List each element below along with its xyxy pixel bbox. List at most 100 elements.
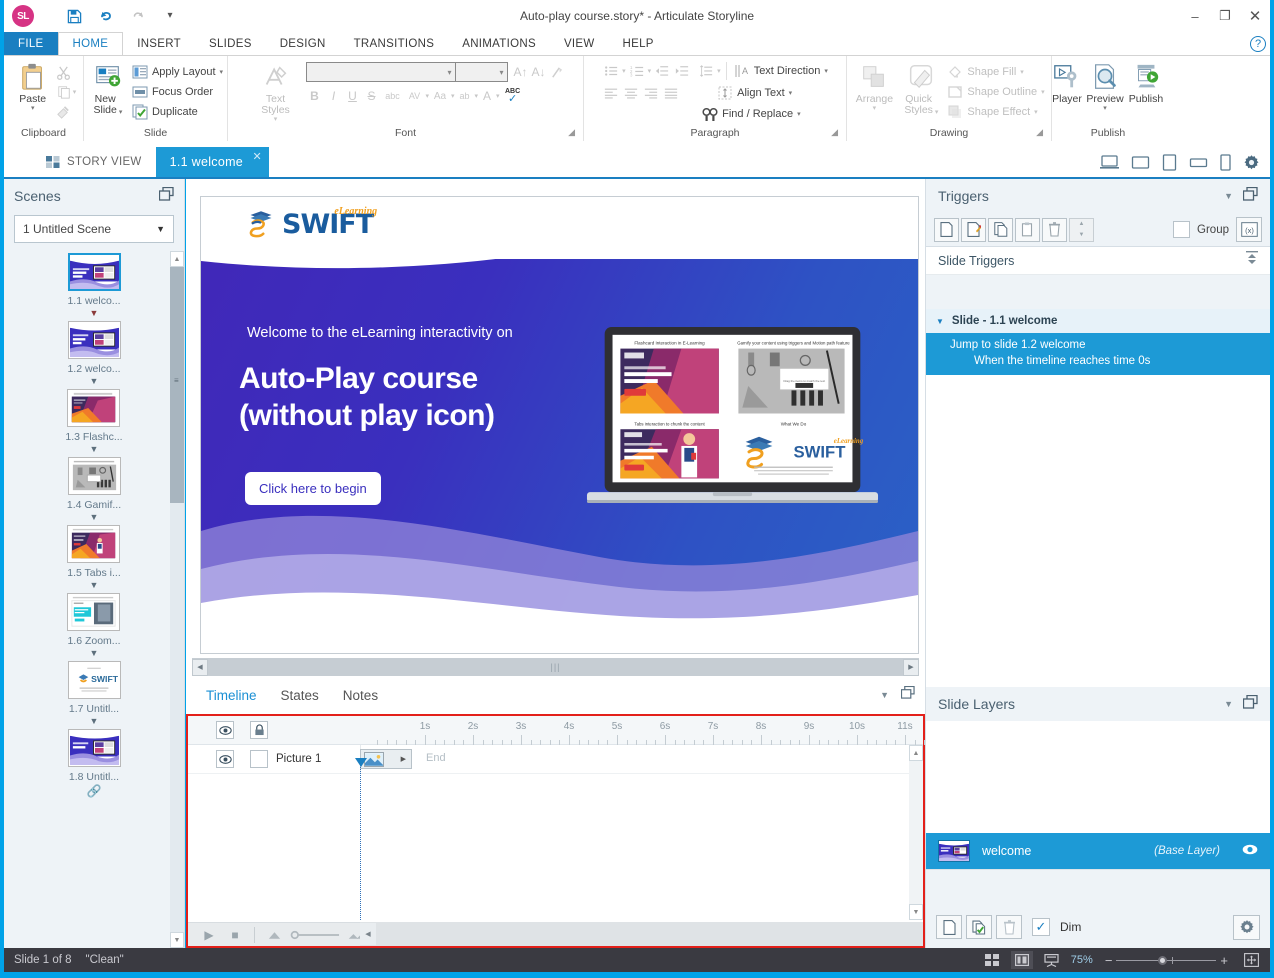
help-icon[interactable]: ? [1250,35,1266,52]
focus-order-button[interactable]: Focus Order [130,82,225,102]
font-size-select[interactable]: ▾ [455,62,508,82]
line-spacing-icon[interactable] [697,62,715,80]
zoom-slider[interactable]: − + [1101,953,1232,968]
edit-trigger-button[interactable] [961,217,986,242]
stop-button[interactable]: ■ [222,923,248,947]
small-caps-button[interactable]: abc [382,87,404,105]
slide-thumbnail-1-2[interactable] [67,321,121,359]
list-item[interactable]: SWIFT 1.7 Untitl... ▼ [67,661,121,728]
scroll-up-button[interactable]: ▲ [170,251,184,267]
slide-thumbnail-1-8[interactable] [67,729,121,767]
chevron-down-icon[interactable]: ▼ [880,690,889,700]
app-logo-icon[interactable]: SL [12,5,34,27]
timeline-ruler[interactable]: 1s 2s 3s 4s 5s 6s 7s 8s 9s 10s 11s [360,716,945,745]
shape-outline-caret-icon[interactable]: ▾ [1041,89,1045,96]
chevron-down-icon[interactable]: ▼ [1224,191,1233,201]
arrange-caret-icon[interactable]: ▾ [873,105,877,112]
decrease-font-size-icon[interactable]: A↓ [530,63,548,81]
click-here-to-begin-button[interactable]: Click here to begin [245,472,381,505]
settings-gear-icon[interactable] [1243,154,1260,171]
paste-trigger-button[interactable] [1015,217,1040,242]
normal-view-icon[interactable] [981,951,1003,969]
font-color-button[interactable]: A [479,87,495,105]
redo-icon[interactable] [128,6,148,26]
list-item[interactable]: 1.6 Zoom... ▼ [67,593,121,660]
phone-landscape-icon[interactable] [1189,156,1208,169]
timeline-vertical-scrollbar[interactable]: ▲ ▼ [909,745,923,920]
format-painter-icon[interactable] [55,103,73,121]
numbered-list-icon[interactable]: 123 [628,62,646,80]
collapse-all-icon[interactable] [1246,251,1258,270]
shape-effect-caret-icon[interactable]: ▾ [1034,109,1038,116]
font-name-select[interactable]: ▾ [305,62,456,82]
scrollbar-track[interactable]: ≡ [170,267,184,932]
dim-checkbox[interactable]: ✓ [1032,918,1050,936]
list-item[interactable]: 1.8 Untitl... 🔗 [67,729,121,798]
arrange-button[interactable]: Arrange ▾ [851,60,897,114]
ribbon-tab-help[interactable]: HELP [609,32,668,55]
trigger-item[interactable]: Jump to slide 1.2 welcome When the timel… [926,333,1270,375]
new-slide-button[interactable]: New Slide ▾ [86,60,130,118]
timeline-object-bar[interactable]: ▶ [360,749,412,769]
tab-notes[interactable]: Notes [343,688,378,703]
paragraph-dialog-launcher[interactable]: ◢ [831,125,838,140]
group-checkbox[interactable] [1173,221,1191,238]
find-replace-button[interactable]: Find / Replace ▾ [700,104,802,124]
reorder-triggers-spinner[interactable]: ▲ ▼ [1069,217,1094,242]
close-icon[interactable]: ✕ [253,150,263,163]
story-view-tab[interactable]: STORY VIEW [32,147,156,177]
shape-fill-button[interactable]: Shape Fill ▾ [945,62,1046,82]
new-slide-caret-icon[interactable]: ▾ [119,109,123,116]
character-spacing-button[interactable]: AV [405,87,425,105]
shape-effect-button[interactable]: Shape Effect ▾ [945,102,1046,122]
slide-thumbnail-1-1[interactable] [67,253,121,291]
chevron-down-icon[interactable]: ▼ [156,224,165,234]
list-item[interactable]: 1.1 welco... ▼ [67,253,121,320]
timeline-horizontal-scrollbar[interactable]: ◀ [360,922,923,946]
tab-timeline[interactable]: Timeline [206,688,257,703]
preview-caret-icon[interactable]: ▾ [1103,105,1107,112]
scene-select-dropdown[interactable]: 1 Untitled Scene ▼ [14,215,174,243]
apply-layout-button[interactable]: Apply Layout ▾ [130,62,225,82]
clear-formatting-icon[interactable] [548,63,566,81]
cut-icon[interactable] [55,63,73,81]
timeline-playhead[interactable] [355,758,367,920]
slide-thumbnail-1-3[interactable] [67,389,121,427]
minimize-button[interactable]: – [1180,0,1210,32]
paste-caret-icon[interactable]: ▾ [31,105,35,112]
playhead-handle[interactable] [355,758,367,767]
slide-thumbnail-1-5[interactable] [67,525,121,563]
slide-thumbnail-1-6[interactable] [67,593,121,631]
line-spacing-caret-icon[interactable]: ▾ [717,68,721,75]
scroll-left-button[interactable]: ◀ [192,658,208,676]
list-item[interactable]: 1.3 Flashc... ▼ [65,389,123,456]
list-item[interactable]: 1.4 Gamif... ▼ [67,457,121,524]
slide-view-icon[interactable] [1010,951,1033,969]
italic-button[interactable]: I [325,87,343,105]
chevron-down-icon[interactable]: ▼ [936,317,944,326]
scenes-scrollbar[interactable]: ▲ ≡ ▼ [170,251,184,948]
font-color-caret-icon[interactable]: ▾ [496,93,500,100]
quick-styles-button[interactable]: Quick Styles ▾ [897,60,945,118]
new-trigger-button[interactable] [934,217,959,242]
phone-portrait-icon[interactable] [1220,153,1231,171]
ribbon-tab-home[interactable]: HOME [57,32,124,55]
shape-outline-button[interactable]: Shape Outline ▾ [945,82,1046,102]
undock-panel-icon[interactable] [900,685,915,704]
canvas-horizontal-scrollbar[interactable]: ◀ ||| ▶ [192,658,919,676]
duplicate-layer-button[interactable] [966,915,992,939]
zoom-knob[interactable] [1158,955,1168,965]
increase-font-size-icon[interactable]: A↑ [512,63,530,81]
fit-to-window-icon[interactable] [1240,951,1262,969]
list-item[interactable]: 1.5 Tabs i... ▼ [67,525,121,592]
collapse-all-icon[interactable] [261,923,287,947]
align-left-icon[interactable] [602,84,620,102]
lock-icon[interactable] [250,721,268,739]
underline-button[interactable]: U [344,87,362,105]
delete-layer-button[interactable] [996,915,1022,939]
scroll-left-button[interactable]: ◀ [360,923,376,945]
eye-icon[interactable] [216,750,234,768]
timeline-row-picture-1[interactable]: Picture 1 ▶ End [188,745,909,774]
expand-row-icon[interactable]: ▶ [401,755,406,763]
copy-caret-icon[interactable]: ▾ [73,89,77,96]
